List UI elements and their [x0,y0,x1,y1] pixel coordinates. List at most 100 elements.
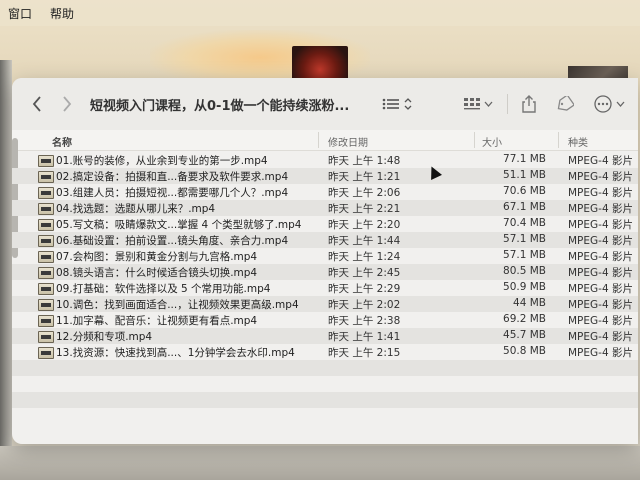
file-name: 07.会构图：景别和黄金分割与九宫格.mp4 [56,251,258,263]
file-row[interactable]: 05.写文稿：吸睛爆款文...掌握 4 个类型就够了.mp4 昨天 上午 2:2… [12,216,638,232]
file-kind: MPEG-4 影片 [568,267,633,279]
file-size: 70.6 MB [503,185,546,197]
file-date: 昨天 上午 1:21 [328,171,401,183]
file-kind: MPEG-4 影片 [568,331,633,343]
column-divider[interactable] [558,132,559,148]
file-size: 57.1 MB [503,249,546,261]
file-kind: MPEG-4 影片 [568,235,633,247]
file-row[interactable]: 02.搞定设备：拍摄和直...备要求及软件要求.mp4 昨天 上午 1:21 5… [12,168,638,184]
file-kind: MPEG-4 影片 [568,171,633,183]
file-size: 50.8 MB [503,345,546,357]
file-row[interactable]: 03.组建人员：拍摄短视...都需要哪几个人？.mp4 昨天 上午 2:06 7… [12,184,638,200]
column-divider[interactable] [474,132,475,148]
grid-view-icon[interactable] [464,98,493,110]
file-kind: MPEG-4 影片 [568,315,633,327]
file-row[interactable]: 08.镜头语言：什么时候适合镜头切换.mp4 昨天 上午 2:45 80.5 M… [12,264,638,280]
file-date: 昨天 上午 2:29 [328,283,401,295]
file-row[interactable]: 09.打基础：软件选择以及 5 个常用功能.mp4 昨天 上午 2:29 50.… [12,280,638,296]
video-file-icon [38,235,54,247]
video-file-icon [38,331,54,343]
column-header-name[interactable]: 名称 [52,134,72,149]
video-file-icon [38,155,54,167]
finder-window: 短视频入门课程，从0-1做一个能持续涨粉... 名称 修改日期 大小 种类 01… [12,78,638,444]
window-title: 短视频入门课程，从0-1做一个能持续涨粉... [90,98,350,114]
file-name: 06.基础设置：拍前设置...镜头角度、亲合力.mp4 [56,235,289,247]
column-divider[interactable] [318,132,319,148]
column-header-date[interactable]: 修改日期 [328,134,368,149]
file-size: 77.1 MB [503,153,546,165]
finder-toolbar: 短视频入门课程，从0-1做一个能持续涨粉... [12,78,638,131]
share-icon[interactable] [522,95,536,113]
file-date: 昨天 上午 1:24 [328,251,401,263]
toolbar-separator [507,94,508,114]
file-row[interactable]: 10.调色：找到画面适合...，让视频效果更高级.mp4 昨天 上午 2:02 … [12,296,638,312]
chevron-left-icon[interactable] [26,92,48,116]
video-file-icon [38,203,54,215]
file-size: 45.7 MB [503,329,546,341]
file-name: 02.搞定设备：拍摄和直...备要求及软件要求.mp4 [56,171,289,183]
file-size: 44 MB [513,297,546,309]
file-row[interactable]: 06.基础设置：拍前设置...镜头角度、亲合力.mp4 昨天 上午 1:44 5… [12,232,638,248]
ellipsis-icon[interactable] [594,95,625,113]
file-name: 04.找选题：选题从哪儿来？.mp4 [56,203,216,215]
file-size: 67.1 MB [503,201,546,213]
screen-edge [0,60,12,480]
file-list: 01.账号的装修，从业余到专业的第一步.mp4 昨天 上午 1:48 77.1 … [12,152,638,408]
empty-row [12,376,638,392]
file-row[interactable]: 01.账号的装修，从业余到专业的第一步.mp4 昨天 上午 1:48 77.1 … [12,152,638,168]
column-header-row: 名称 修改日期 大小 种类 [12,130,638,151]
tag-icon[interactable] [556,96,574,112]
file-kind: MPEG-4 影片 [568,283,633,295]
file-name: 03.组建人员：拍摄短视...都需要哪几个人？.mp4 [56,187,289,199]
file-row[interactable]: 07.会构图：景别和黄金分割与九宫格.mp4 昨天 上午 1:24 57.1 M… [12,248,638,264]
file-size: 50.9 MB [503,281,546,293]
file-name: 05.写文稿：吸睛爆款文...掌握 4 个类型就够了.mp4 [56,219,302,231]
file-date: 昨天 上午 1:48 [328,155,401,167]
column-header-size[interactable]: 大小 [482,134,502,149]
menu-help[interactable]: 帮助 [50,5,74,22]
video-file-icon [38,299,54,311]
file-name: 01.账号的装修，从业余到专业的第一步.mp4 [56,155,268,167]
chevron-right-icon[interactable] [56,92,78,116]
file-date: 昨天 上午 2:06 [328,187,401,199]
file-date: 昨天 上午 2:02 [328,299,401,311]
file-size: 51.1 MB [503,169,546,181]
file-size: 80.5 MB [503,265,546,277]
video-file-icon [38,187,54,199]
file-date: 昨天 上午 2:15 [328,347,401,359]
file-kind: MPEG-4 影片 [568,251,633,263]
file-kind: MPEG-4 影片 [568,347,633,359]
file-row[interactable]: 13.找资源：快速找到高...、1分钟学会去水印.mp4 昨天 上午 2:15 … [12,344,638,360]
file-row[interactable]: 12.分频和专项.mp4 昨天 上午 1:41 45.7 MB MPEG-4 影… [12,328,638,344]
file-kind: MPEG-4 影片 [568,299,633,311]
file-size: 57.1 MB [503,233,546,245]
video-file-icon [38,219,54,231]
file-name: 13.找资源：快速找到高...、1分钟学会去水印.mp4 [56,347,295,359]
file-name: 08.镜头语言：什么时候适合镜头切换.mp4 [56,267,258,279]
file-size: 70.4 MB [503,217,546,229]
video-file-icon [38,171,54,183]
video-file-icon [38,315,54,327]
list-view-icon[interactable] [382,98,412,110]
video-file-icon [38,283,54,295]
empty-row [12,392,638,408]
file-row[interactable]: 11.加字幕、配音乐：让视频更有看点.mp4 昨天 上午 2:38 69.2 M… [12,312,638,328]
video-file-icon [38,347,54,359]
file-kind: MPEG-4 影片 [568,203,633,215]
file-kind: MPEG-4 影片 [568,155,633,167]
file-name: 11.加字幕、配音乐：让视频更有看点.mp4 [56,315,258,327]
file-name: 12.分频和专项.mp4 [56,331,153,343]
file-date: 昨天 上午 2:38 [328,315,401,327]
file-date: 昨天 上午 1:44 [328,235,401,247]
menu-bar: 窗口 帮助 [0,0,640,26]
screen-bezel [0,446,640,480]
empty-row [12,360,638,376]
menu-window[interactable]: 窗口 [8,5,32,22]
file-date: 昨天 上午 2:21 [328,203,401,215]
file-kind: MPEG-4 影片 [568,187,633,199]
file-name: 09.打基础：软件选择以及 5 个常用功能.mp4 [56,283,271,295]
file-row[interactable]: 04.找选题：选题从哪儿来？.mp4 昨天 上午 2:21 67.1 MB MP… [12,200,638,216]
video-file-icon [38,251,54,263]
file-date: 昨天 上午 2:45 [328,267,401,279]
column-header-kind[interactable]: 种类 [568,134,588,149]
